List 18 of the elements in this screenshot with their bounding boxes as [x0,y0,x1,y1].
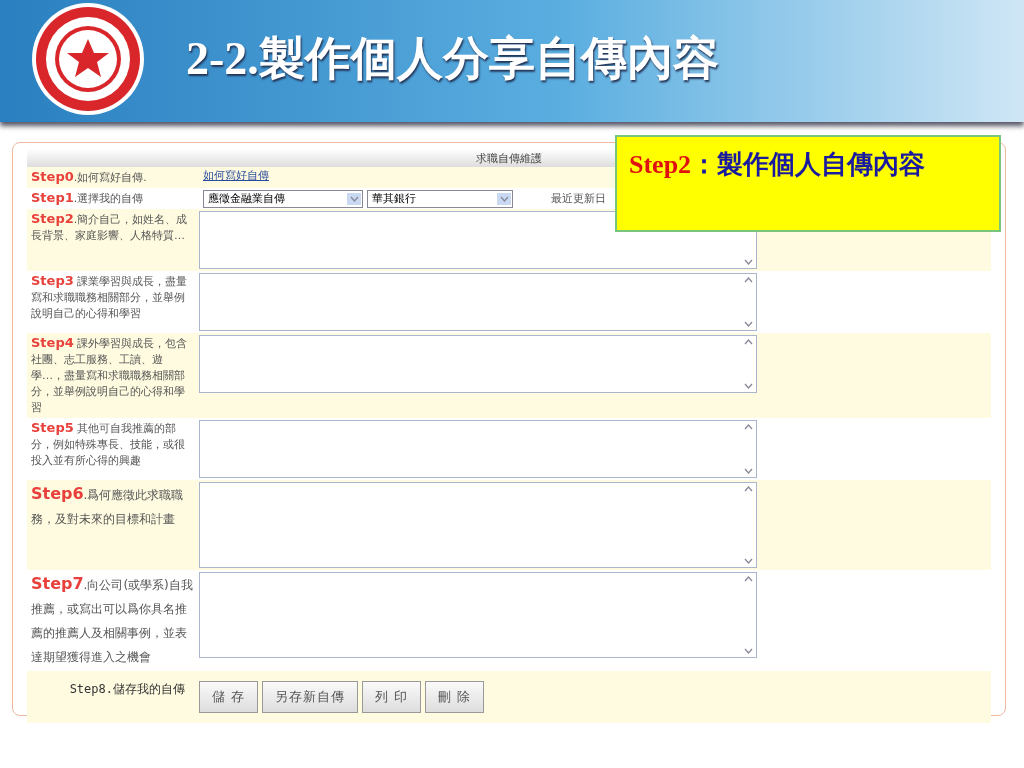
dropdown[interactable]: 應徵金融業自傳 [203,189,363,208]
step-label: Step5 其他可自我推薦的部分，例如特殊專長、技能，或很投入並有所心得的興趣 [31,422,185,467]
update-date-label: 最近更新日 [551,190,606,207]
help-link[interactable]: 如何寫好自傳 [199,167,269,188]
step-label: Step2.簡介自己，如姓名、成長背景、家庭影響、人格特質… [31,213,188,242]
step-label: Step4 課外學習與成長，包含社團、志工服務、工讀、遊學…，盡量寫和求職職務相關部分，並舉例說明自己的心得和學習 [31,337,188,414]
step-label: Step1.選擇我的自傳 [31,192,144,205]
slide-title: 2-2.製作個人分享自傳內容 [186,32,719,86]
dropdown[interactable]: 華其銀行 [367,189,513,208]
step-label: Step6.爲何應徵此求職職務，及對未來的目標和計畫 [31,488,184,526]
delete-button[interactable]: 刪 除 [425,681,485,713]
step-label: Step7.向公司(或學系)自我推薦，或寫出可以爲你具名推薦的推薦人及相關事例，並表達期望獲得進入之機會 [31,578,193,664]
save-as-new-button[interactable]: 另存新自傳 [262,681,359,713]
step-label: Step0.如何寫好自傳. [31,171,147,184]
step-label: Step3 課業學習與成長，盡量寫和求職職務相關部分，並舉例說明自己的心得和學習 [31,275,188,320]
save-button[interactable]: 儲 存 [199,681,259,713]
print-button[interactable]: 列 印 [362,681,422,713]
step-label: Step8.儲存我的自傳 [68,681,186,698]
